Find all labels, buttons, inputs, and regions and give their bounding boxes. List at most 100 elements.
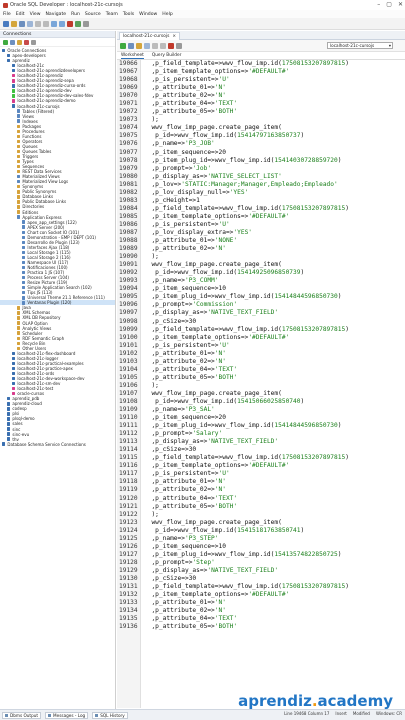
code-line[interactable]: ,p_attribute_05=>'BOTH'	[144, 108, 405, 116]
code-line[interactable]: ,p_item_template_options=>'#DEFAULT#'	[144, 213, 405, 221]
code-line[interactable]: ,p_name=>'P3_COMM'	[144, 277, 405, 285]
menu-source[interactable]: Source	[85, 12, 101, 17]
save-icon[interactable]	[19, 20, 25, 27]
code-line[interactable]: p_id=>wwv_flow_imp.id(15414797163850737)	[144, 132, 405, 140]
maximize-icon[interactable]: ▢	[386, 1, 392, 8]
code-line[interactable]: ,p_attribute_05=>'BOTH'	[144, 503, 405, 511]
tab-sql-history[interactable]: SQL History	[92, 711, 128, 719]
run-icon[interactable]	[75, 20, 81, 27]
code-line[interactable]: ,p_name=>'P3_STEP'	[144, 535, 405, 543]
code-line[interactable]: ,p_field_template=>wwv_flow_imp.id(17508…	[144, 60, 405, 68]
code-line[interactable]: ,p_attribute_01=>'N'	[144, 350, 405, 358]
code-line[interactable]: ,p_cSize=>30	[144, 575, 405, 583]
code-line[interactable]: ,p_lov_display_null=>'YES'	[144, 189, 405, 197]
menu-view[interactable]: View	[30, 12, 41, 17]
code-line[interactable]: ,p_attribute_02=>'N'	[144, 245, 405, 253]
code-line[interactable]: ,p_prompt=>'Step'	[144, 559, 405, 567]
menu-tools[interactable]: Tools	[123, 12, 134, 17]
code-line[interactable]: ,p_attribute_01=>'NONE'	[144, 237, 405, 245]
code-line[interactable]: ,p_attribute_02=>'N'	[144, 358, 405, 366]
code-line[interactable]: ,p_attribute_02=>'N'	[144, 486, 405, 494]
code-line[interactable]: ,p_is_persistent=>'U'	[144, 221, 405, 229]
menu-help[interactable]: Help	[162, 12, 172, 17]
code-line[interactable]: ,p_prompt=>'Salary'	[144, 430, 405, 438]
code-line[interactable]: wwv_flow_imp_page.create_page_item(	[144, 124, 405, 132]
code-line[interactable]: ,p_display_as=>'NATIVE_TEXT_FIELD'	[144, 309, 405, 317]
schema-browser-icon[interactable]	[31, 39, 36, 45]
code-line[interactable]: ,p_item_template_options=>'#DEFAULT#'	[144, 68, 405, 76]
run-statement-icon[interactable]	[120, 42, 126, 49]
back-icon[interactable]	[51, 20, 57, 27]
code-line[interactable]: ,p_item_plug_id=>wwv_flow_imp.id(1541484…	[144, 422, 405, 430]
debug-icon[interactable]	[83, 20, 89, 27]
tab-dbms-output[interactable]: Dbms Output	[2, 711, 42, 719]
code-line[interactable]: p_id=>wwv_flow_imp.id(15415066025850740)	[144, 398, 405, 406]
code-line[interactable]: ,p_item_plug_id=>wwv_flow_imp.id(1541357…	[144, 551, 405, 559]
menu-run[interactable]: Run	[71, 12, 80, 17]
code-line[interactable]: ,p_attribute_02=>'N'	[144, 607, 405, 615]
code-line[interactable]: p_id=>wwv_flow_imp.id(15415181763850741)	[144, 527, 405, 535]
code-line[interactable]: ,p_field_template=>wwv_flow_imp.id(17508…	[144, 326, 405, 334]
code-editor[interactable]: 19066 19067 19068 19069 19070 19071 19072 19073…	[117, 60, 405, 708]
tab-worksheet[interactable]: Worksheet	[121, 53, 144, 59]
code-area[interactable]: ,p_field_template=>wwv_flow_imp.id(17508…	[144, 60, 405, 631]
code-line[interactable]: ,p_attribute_01=>'N'	[144, 84, 405, 92]
code-line[interactable]: ,p_cSize=>30	[144, 318, 405, 326]
code-line[interactable]: ,p_is_persistent=>'U'	[144, 470, 405, 478]
code-line[interactable]: ,p_field_template=>wwv_flow_imp.id(17508…	[144, 454, 405, 462]
refresh-icon[interactable]	[10, 39, 15, 45]
menu-edit[interactable]: Edit	[16, 12, 25, 17]
commit-icon[interactable]	[152, 42, 158, 49]
code-line[interactable]: ,p_attribute_04=>'TEXT'	[144, 495, 405, 503]
connection-select[interactable]: localhost-21c-cursojs ▾	[327, 42, 393, 49]
code-line[interactable]: wwv_flow_imp_page.create_page_item(	[144, 390, 405, 398]
tree-node[interactable]: Database Schema Service Connections	[0, 442, 115, 447]
code-line[interactable]: ,p_attribute_01=>'N'	[144, 599, 405, 607]
undo-icon[interactable]	[35, 20, 41, 27]
minimize-icon[interactable]: –	[377, 1, 380, 8]
code-line[interactable]: ,p_attribute_02=>'N'	[144, 92, 405, 100]
code-line[interactable]: wwv_flow_imp_page.create_page_item(	[144, 261, 405, 269]
close-icon[interactable]: ×	[172, 34, 176, 39]
run-script-icon[interactable]	[128, 42, 134, 49]
code-line[interactable]: ,p_item_plug_id=>wwv_flow_imp.id(1541403…	[144, 157, 405, 165]
code-line[interactable]: ,p_field_template=>wwv_flow_imp.id(17508…	[144, 205, 405, 213]
code-line[interactable]: wwv_flow_imp_page.create_page_item(	[144, 519, 405, 527]
code-line[interactable]: ,p_item_sequence=>20	[144, 149, 405, 157]
sql-icon[interactable]	[67, 20, 73, 27]
autotrace-icon[interactable]	[136, 42, 142, 49]
code-line[interactable]: ,p_item_sequence=>10	[144, 285, 405, 293]
code-line[interactable]: ,p_is_persistent=>'U'	[144, 342, 405, 350]
code-line[interactable]: ,p_item_template_options=>'#DEFAULT#'	[144, 334, 405, 342]
clear-icon[interactable]	[176, 42, 182, 49]
code-line[interactable]: ,p_attribute_05=>'BOTH'	[144, 623, 405, 631]
code-line[interactable]: ,p_item_plug_id=>wwv_flow_imp.id(1541484…	[144, 293, 405, 301]
code-line[interactable]: );	[144, 116, 405, 124]
menu-navigate[interactable]: Navigate	[46, 12, 67, 17]
code-line[interactable]: ,p_item_template_options=>'#DEFAULT#'	[144, 462, 405, 470]
code-line[interactable]: p_id=>wwv_flow_imp.id(15414925096850739)	[144, 269, 405, 277]
code-line[interactable]: ,p_cHeight=>1	[144, 197, 405, 205]
code-line[interactable]: ,p_attribute_04=>'TEXT'	[144, 615, 405, 623]
code-line[interactable]: ,p_display_as=>'NATIVE_TEXT_FIELD'	[144, 438, 405, 446]
tab-cursojs[interactable]: localhost-21c-cursojs ×	[119, 32, 181, 40]
rollback-icon[interactable]	[160, 42, 166, 49]
filter-icon[interactable]	[17, 39, 22, 45]
explain-plan-icon[interactable]	[144, 42, 150, 49]
code-line[interactable]: ,p_attribute_01=>'N'	[144, 478, 405, 486]
save-all-icon[interactable]	[27, 20, 33, 27]
menu-file[interactable]: File	[3, 12, 11, 17]
add-connection-icon[interactable]	[3, 39, 8, 45]
open-icon[interactable]	[11, 20, 17, 27]
menu-window[interactable]: Window	[139, 12, 157, 17]
menu-team[interactable]: Team	[106, 12, 118, 17]
code-line[interactable]: ,p_item_sequence=>20	[144, 414, 405, 422]
code-line[interactable]: ,p_field_template=>wwv_flow_imp.id(17508…	[144, 583, 405, 591]
code-line[interactable]: );	[144, 511, 405, 519]
forward-icon[interactable]	[59, 20, 65, 27]
code-line[interactable]: ,p_prompt=>'Commission'	[144, 301, 405, 309]
tab-messages-log[interactable]: Messages - Log	[45, 711, 89, 719]
code-line[interactable]: ,p_attribute_05=>'BOTH'	[144, 374, 405, 382]
disconnect-icon[interactable]	[24, 39, 29, 45]
code-line[interactable]: ,p_name=>'P3_SAL'	[144, 406, 405, 414]
